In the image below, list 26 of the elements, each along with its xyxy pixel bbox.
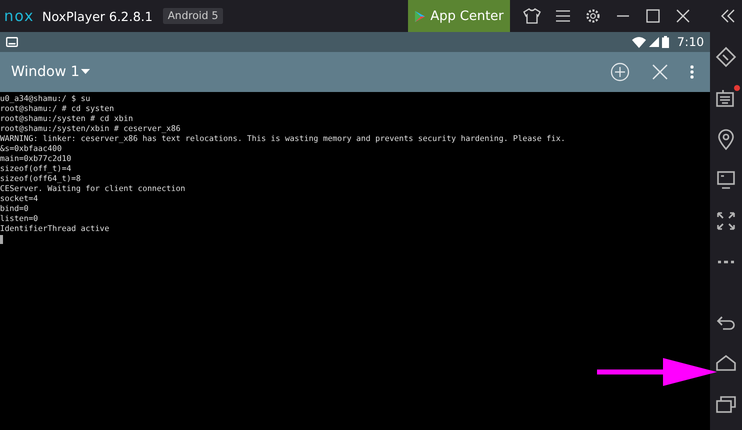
more-icon[interactable] <box>690 65 694 79</box>
battery-icon <box>662 36 670 48</box>
app-logo: nox <box>4 7 34 25</box>
expand-icon[interactable] <box>715 210 737 232</box>
signal-icon <box>649 37 660 47</box>
notification-dot <box>734 85 740 91</box>
app-center-button[interactable]: App Center <box>408 0 510 32</box>
rotate-icon[interactable] <box>715 46 737 68</box>
window-dropdown[interactable]: Window 1 <box>0 64 101 80</box>
screen-icon[interactable] <box>715 168 737 190</box>
menu-icon[interactable] <box>555 9 571 23</box>
clock-time: 7:10 <box>677 35 704 49</box>
caret-icon <box>80 69 90 75</box>
settings-icon[interactable] <box>585 8 601 24</box>
add-icon[interactable] <box>610 62 630 82</box>
version-badge: Android 5 <box>162 8 224 24</box>
maximize-icon[interactable] <box>645 8 661 24</box>
shirt-icon[interactable] <box>523 8 541 24</box>
collapse-icon[interactable] <box>720 8 736 24</box>
text-cursor <box>0 235 3 244</box>
window-title: NoxPlayer 6.2.8.1 <box>42 8 153 24</box>
wifi-icon <box>632 36 646 48</box>
play-icon <box>414 10 426 22</box>
close-icon[interactable] <box>675 8 691 24</box>
location-icon[interactable] <box>715 128 737 150</box>
screen-icon <box>6 37 18 47</box>
